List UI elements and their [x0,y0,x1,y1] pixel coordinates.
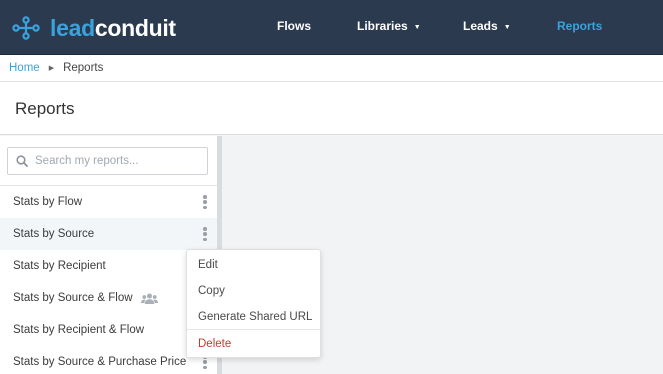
reports-sidebar: Stats by Flow Stats by Source Stats by R… [0,136,217,374]
report-item[interactable]: Stats by Recipient & Flow [0,314,217,346]
page-header: Reports [0,82,663,135]
menu-item-delete[interactable]: Delete [187,331,320,357]
report-context-menu: Edit Copy Generate Shared URL Delete [186,249,321,358]
report-item-label: Stats by Flow [13,196,83,208]
menu-item-copy[interactable]: Copy [187,278,320,304]
chevron-down-icon: ▼ [503,24,511,31]
chevron-right-icon: ▶ [48,65,55,72]
logo-conduit-text: conduit [94,14,176,41]
nav-libraries[interactable]: Libraries ▼ [357,19,421,33]
menu-item-edit[interactable]: Edit [187,252,320,278]
logo-wordmark: leadconduit [50,14,176,41]
nav-reports-label: Reports [557,19,603,33]
breadcrumb-home-link[interactable]: Home [9,62,40,74]
report-item[interactable]: Stats by Recipient [0,250,217,282]
chevron-down-icon: ▼ [413,24,421,31]
search-input[interactable] [35,155,195,167]
report-item[interactable]: Stats by Flow [0,186,217,218]
people-icon [140,293,158,304]
vertical-ellipsis-icon[interactable] [202,195,208,209]
report-item[interactable]: Stats by Source [0,218,217,250]
network-nodes-icon [12,16,40,40]
logo-lead-text: lead [50,14,95,41]
report-item-label: Stats by Recipient & Flow [13,324,145,336]
page-title: Reports [15,99,75,118]
nav-libraries-label: Libraries [357,19,408,33]
breadcrumb-current: Reports [63,62,104,74]
report-item-label: Stats by Recipient [13,260,106,272]
nav-flows-label: Flows [277,19,312,33]
menu-item-generate-shared-url[interactable]: Generate Shared URL [187,304,320,330]
nav-leads-label: Leads [463,19,498,33]
report-item-label: Stats by Source [13,228,95,240]
report-item[interactable]: Stats by Source & Flow [0,282,217,314]
report-item[interactable]: Stats by Source & Purchase Price [0,346,217,374]
report-item-label: Stats by Source & Purchase Price [13,356,187,368]
nav-reports[interactable]: Reports [557,19,602,33]
top-navbar: leadconduit Flows Libraries ▼ Leads ▼ Repo… [0,0,663,55]
nav-leads[interactable]: Leads ▼ [463,19,511,33]
nav-flows[interactable]: Flows [277,19,311,33]
vertical-ellipsis-icon[interactable] [202,227,208,241]
leadconduit-logo[interactable]: leadconduit [12,13,176,43]
breadcrumb: Home ▶ Reports [0,55,663,82]
menu-divider [187,329,320,330]
search-icon [16,155,28,167]
report-item-label: Stats by Source & Flow [13,292,133,304]
search-field[interactable] [7,147,208,175]
